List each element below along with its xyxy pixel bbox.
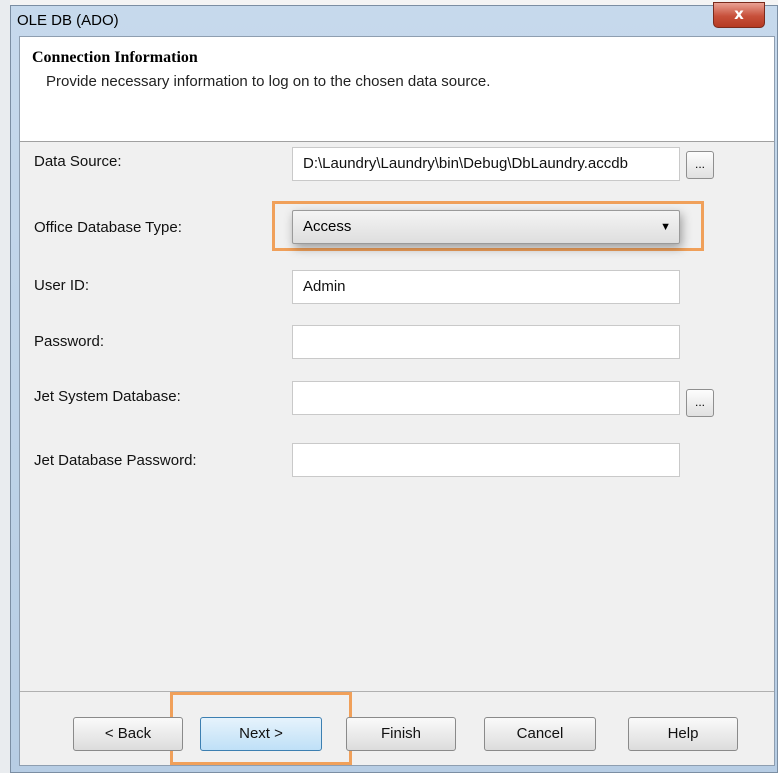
title-bar[interactable]: OLE DB (ADO) x — [11, 2, 777, 34]
background-left-edge — [0, 0, 10, 773]
jet-system-db-field[interactable] — [292, 381, 680, 415]
section-subtitle: Provide necessary information to log on … — [46, 73, 491, 90]
section-title: Connection Information — [32, 49, 198, 66]
back-button[interactable]: < Back — [73, 717, 183, 751]
dropdown-arrow-icon: ▼ — [660, 221, 671, 233]
password-label: Password: — [34, 333, 105, 350]
header-panel: Connection Information Provide necessary… — [20, 37, 774, 142]
cancel-button[interactable]: Cancel — [484, 717, 596, 751]
help-button[interactable]: Help — [628, 717, 738, 751]
jet-system-db-label: Jet System Database: — [34, 388, 181, 405]
jet-db-password-label: Jet Database Password: — [34, 452, 197, 469]
user-id-field[interactable]: Admin — [292, 270, 680, 304]
office-db-type-value: Access — [303, 218, 352, 235]
next-button[interactable]: Next > — [200, 717, 322, 751]
finish-button[interactable]: Finish — [346, 717, 456, 751]
office-db-type-label: Office Database Type: — [34, 219, 182, 236]
footer-divider — [20, 691, 774, 692]
jet-db-password-field[interactable] — [292, 443, 680, 477]
ellipsis-icon: ... — [694, 395, 705, 409]
data-source-browse-button[interactable]: ... — [686, 151, 714, 179]
jet-system-db-browse-button[interactable]: ... — [686, 389, 714, 417]
close-button[interactable]: x — [713, 2, 765, 28]
close-icon: x — [734, 5, 744, 23]
office-db-type-select[interactable]: Access ▼ — [292, 210, 680, 244]
data-source-field[interactable]: D:\Laundry\Laundry\bin\Debug\DbLaundry.a… — [292, 147, 680, 181]
password-field[interactable] — [292, 325, 680, 359]
dialog-window: OLE DB (ADO) x Connection Information Pr… — [10, 2, 778, 773]
window-title: OLE DB (ADO) — [17, 12, 119, 29]
data-source-label: Data Source: — [34, 153, 122, 170]
ellipsis-icon: ... — [694, 157, 705, 171]
user-id-label: User ID: — [34, 277, 90, 294]
dialog-client-area: Connection Information Provide necessary… — [19, 36, 775, 766]
